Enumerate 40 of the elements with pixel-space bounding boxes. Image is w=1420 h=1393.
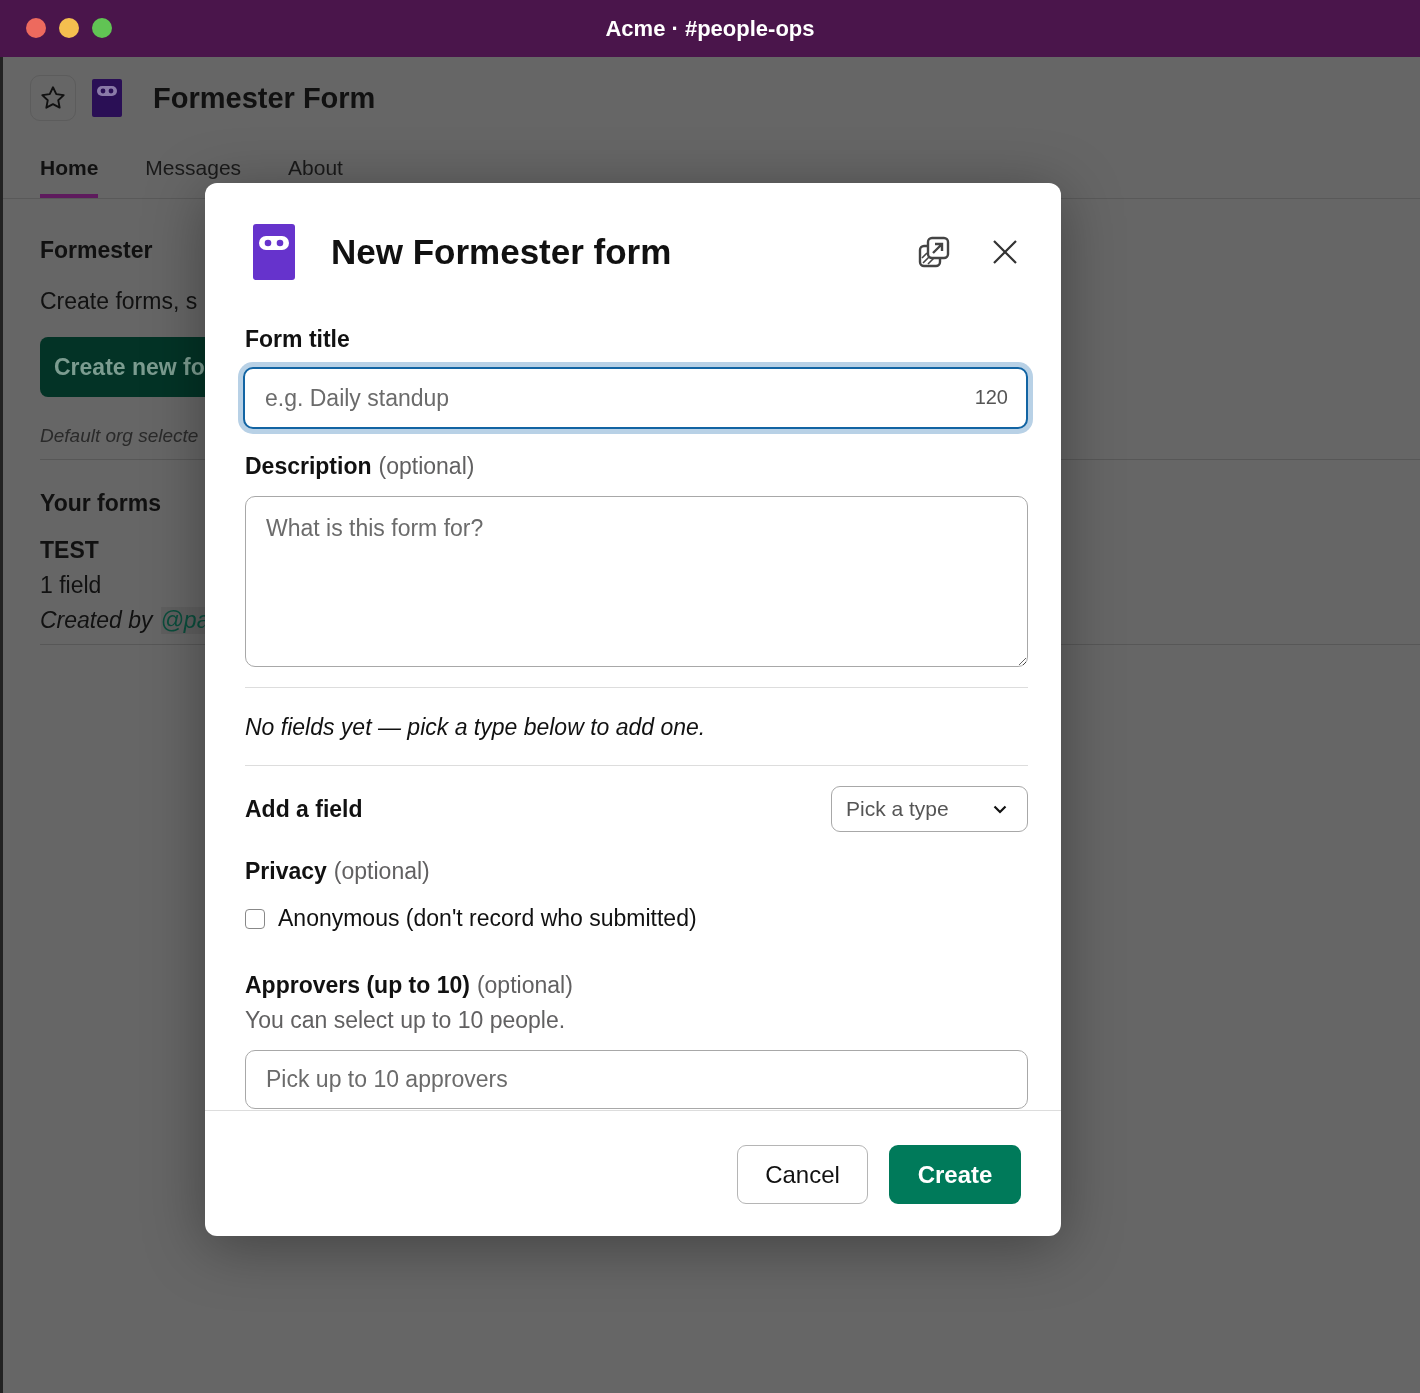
form-title: TEST <box>40 537 100 564</box>
app-logo-icon <box>253 224 295 280</box>
chevron-down-icon <box>993 804 1007 814</box>
help-text: You can select up to 10 people. <box>245 1007 567 1034</box>
section-heading: Your forms <box>40 490 161 517</box>
optional-hint: (optional) <box>378 453 475 480</box>
approvers-input[interactable]: Pick up to 10 approvers <box>245 1050 1028 1109</box>
field-label: Approvers (up to 10) <box>245 972 470 999</box>
empty-fields-note: No fields yet — pick a type below to add one. <box>245 714 707 741</box>
create-button[interactable]: Create <box>889 1145 1021 1204</box>
close-icon[interactable] <box>992 239 1018 265</box>
cancel-button[interactable]: Cancel <box>737 1145 868 1204</box>
field-count: 1 field <box>40 572 103 599</box>
created-by-text: Created by <box>40 607 153 634</box>
note-text: Default org selecte <box>40 425 199 447</box>
tab[interactable]: Messages <box>145 156 242 198</box>
pop-out-icon[interactable] <box>918 236 950 268</box>
app-logo-icon <box>92 79 122 117</box>
optional-hint: (optional) <box>476 972 573 999</box>
window-title: Acme · #people-ops <box>605 15 815 42</box>
star-icon <box>39 84 67 112</box>
modal-title: New Formester form <box>331 232 673 272</box>
field-label: Add a field <box>245 795 363 823</box>
checkbox-label[interactable]: Anonymous (don't record who submitted) <box>278 905 697 932</box>
minimize-window-button[interactable] <box>59 18 79 38</box>
tab[interactable]: Home <box>40 156 99 198</box>
field-label: Form title <box>245 326 351 353</box>
character-counter: 120 <box>974 386 1008 409</box>
field-label: Privacy <box>245 858 327 885</box>
field-label: Description <box>245 453 372 480</box>
description-text: Create forms, s <box>40 288 198 315</box>
maximize-window-button[interactable] <box>92 18 112 38</box>
close-window-button[interactable] <box>26 18 46 38</box>
section-heading: Formester <box>40 237 153 264</box>
star-button[interactable] <box>30 75 76 121</box>
app-title: Formester Form <box>153 81 376 115</box>
optional-hint: (optional) <box>333 858 430 885</box>
anonymous-checkbox[interactable] <box>245 908 265 929</box>
type-select[interactable]: Pick a type <box>831 786 1028 832</box>
description-textarea[interactable]: What is this form for? <box>245 496 1028 667</box>
